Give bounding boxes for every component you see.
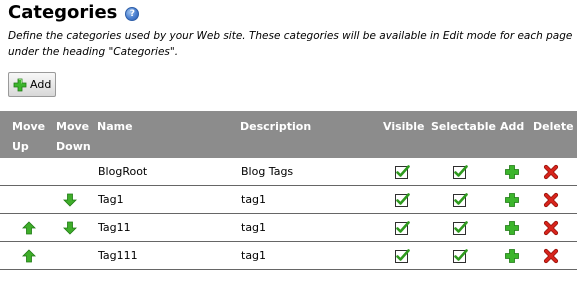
categories-table: Move Up Move Down Name Description Visib… xyxy=(0,111,577,270)
selectable-checkbox-icon[interactable] xyxy=(452,220,468,236)
visible-checkbox-icon[interactable] xyxy=(394,164,410,180)
move-down-arrow-icon[interactable] xyxy=(62,220,78,236)
category-name: BlogRoot xyxy=(98,165,148,178)
delete-x-icon[interactable] xyxy=(543,220,559,236)
add-button-label: Add xyxy=(30,78,52,91)
header-move-up-line2: Up xyxy=(12,140,29,153)
category-name: Tag1 xyxy=(98,193,124,206)
move-down-arrow-icon[interactable] xyxy=(62,192,78,208)
selectable-checkbox-icon[interactable] xyxy=(452,248,468,264)
category-description: tag1 xyxy=(241,249,267,262)
table-row: Tag11 tag1 xyxy=(0,214,577,242)
page-description: Define the categories used by your Web s… xyxy=(8,30,573,58)
table-row: BlogRoot Blog Tags xyxy=(0,158,577,186)
header-description: Description xyxy=(240,120,312,133)
header-add: Add xyxy=(500,120,525,133)
selectable-checkbox-icon[interactable] xyxy=(452,164,468,180)
visible-checkbox-icon[interactable] xyxy=(394,192,410,208)
delete-x-icon[interactable] xyxy=(543,164,559,180)
visible-checkbox-icon[interactable] xyxy=(394,248,410,264)
category-description: tag1 xyxy=(241,193,267,206)
header-move-down-line1: Move xyxy=(56,120,90,133)
header-delete: Delete xyxy=(533,120,574,133)
header-move-up-line1: Move xyxy=(12,120,46,133)
add-category-button[interactable]: Add xyxy=(8,72,56,97)
header-move-down-line2: Down xyxy=(56,140,91,153)
move-up-arrow-icon[interactable] xyxy=(21,248,37,264)
header-name: Name xyxy=(97,120,133,133)
header-move-down: Move Down xyxy=(56,117,91,157)
category-name: Tag111 xyxy=(98,249,138,262)
table-row: Tag1 tag1 xyxy=(0,186,577,214)
categories-page: Categories ? Define the categories used … xyxy=(0,0,577,299)
delete-x-icon[interactable] xyxy=(543,192,559,208)
help-question-icon[interactable]: ? xyxy=(125,7,140,21)
add-subcategory-plus-icon[interactable] xyxy=(504,248,520,264)
category-description: tag1 xyxy=(241,221,267,234)
add-subcategory-plus-icon[interactable] xyxy=(504,220,520,236)
table-row: Tag111 tag1 xyxy=(0,242,577,270)
visible-checkbox-icon[interactable] xyxy=(394,220,410,236)
category-description: Blog Tags xyxy=(241,165,294,178)
header-move-up: Move Up xyxy=(12,117,45,157)
page-title: Categories xyxy=(8,2,118,23)
header-selectable: Selectable xyxy=(431,120,496,133)
table-body: BlogRoot Blog Tags Tag1 tag1 Tag11 tag1 Tag111… xyxy=(0,158,577,270)
selectable-checkbox-icon[interactable] xyxy=(452,192,468,208)
plus-icon xyxy=(13,78,27,92)
table-header: Move Up Move Down Name Description Visib… xyxy=(0,111,577,158)
title-row: Categories ? xyxy=(8,2,140,23)
add-subcategory-plus-icon[interactable] xyxy=(504,164,520,180)
delete-x-icon[interactable] xyxy=(543,248,559,264)
category-name: Tag11 xyxy=(98,221,131,234)
header-visible: Visible xyxy=(383,120,425,133)
move-up-arrow-icon[interactable] xyxy=(21,220,37,236)
add-subcategory-plus-icon[interactable] xyxy=(504,192,520,208)
